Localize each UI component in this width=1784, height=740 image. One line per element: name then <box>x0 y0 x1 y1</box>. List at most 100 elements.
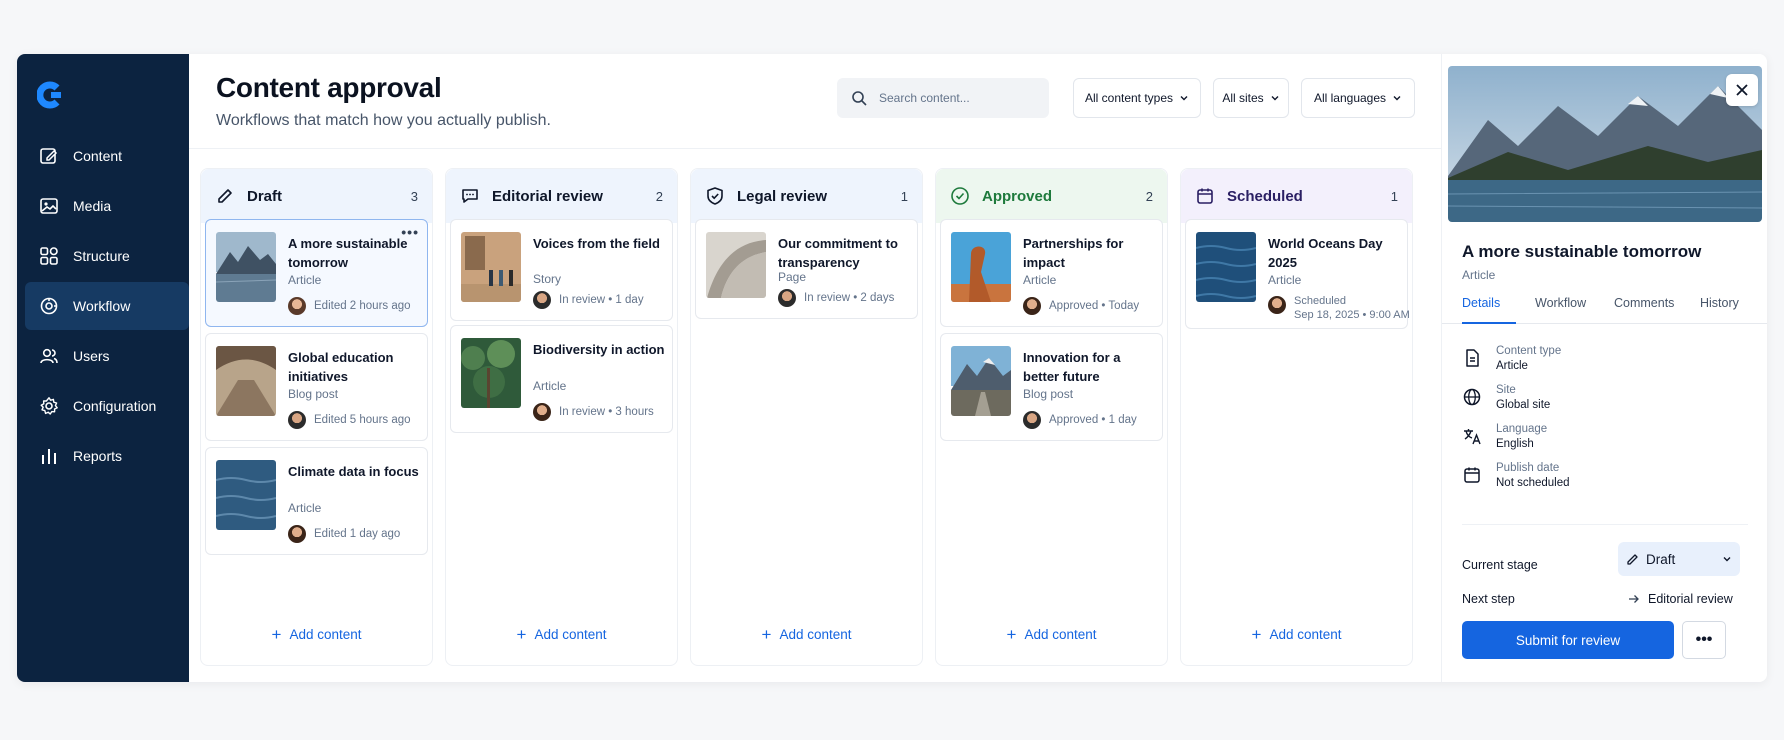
card-title: Global education initiatives <box>288 350 394 384</box>
shield-check-icon <box>707 187 723 205</box>
card-meta: Edited 1 day ago <box>288 525 400 543</box>
card-meta-text: In review • 2 days <box>804 292 895 304</box>
site-filter[interactable]: All sites <box>1213 78 1289 118</box>
card-title: Climate data in focus <box>288 464 419 479</box>
column-legal-review: Legal review 1 Our commitment to transpa… <box>690 168 923 666</box>
next-step-label: Next step <box>1462 592 1515 606</box>
card-title: World Oceans Day 2025 <box>1268 236 1383 270</box>
content-card[interactable]: Biodiversity in action Article In review… <box>450 325 673 433</box>
sidebar-item-label: Content <box>73 148 123 164</box>
current-stage-label: Current stage <box>1462 558 1538 572</box>
content-card[interactable]: ••• A more sustainable tomorrow Article … <box>205 219 428 327</box>
plus-icon: + <box>516 625 527 644</box>
card-meta-text: Scheduled <box>1294 295 1346 307</box>
close-button[interactable] <box>1726 74 1758 106</box>
card-type: Blog post <box>1023 387 1074 401</box>
add-content-button[interactable]: + Add content <box>446 624 677 644</box>
language-filter[interactable]: All languages <box>1301 78 1415 118</box>
content-card[interactable]: World Oceans Day 2025 Article Scheduled S… <box>1185 219 1410 329</box>
content-card[interactable]: Innovation for a better future Blog post… <box>940 333 1163 441</box>
globe-icon <box>1463 388 1481 406</box>
app-logo[interactable] <box>37 80 63 110</box>
card-meta-text: Edited 5 hours ago <box>314 414 411 426</box>
prop-publish-date: Publish date Not scheduled <box>1462 461 1570 491</box>
card-meta: In review • 2 days <box>778 289 894 307</box>
prop-language: Language English <box>1462 422 1547 452</box>
tab-comments[interactable]: Comments <box>1614 296 1674 310</box>
detail-panel: A more sustainable tomorrow Article Deta… <box>1441 54 1767 682</box>
content-card[interactable]: Our commitment to transparency Page In r… <box>695 219 918 319</box>
search-icon <box>852 91 867 106</box>
card-meta-text: Edited 2 hours ago <box>314 300 411 312</box>
edit-icon <box>40 148 58 164</box>
column-header: Legal review 1 <box>691 169 922 223</box>
column-title: Editorial review <box>492 187 603 205</box>
card-type: Article <box>1268 273 1302 287</box>
next-step-text: Editorial review <box>1648 592 1733 606</box>
more-actions-button[interactable]: ••• <box>1682 621 1726 659</box>
sidebar-item-structure[interactable]: Structure <box>25 232 189 280</box>
pencil-icon <box>1627 554 1638 565</box>
sidebar-item-configuration[interactable]: Configuration <box>25 382 189 430</box>
tab-history[interactable]: History <box>1700 296 1739 310</box>
column-count: 1 <box>900 188 908 204</box>
page-subtitle: Workflows that match how you actually pu… <box>216 112 551 129</box>
tab-workflow[interactable]: Workflow <box>1535 296 1586 310</box>
card-meta: Approved • Today <box>1023 297 1139 315</box>
content-type-filter[interactable]: All content types <box>1073 78 1201 118</box>
content-card[interactable]: Partnerships for impact Article Approved… <box>940 219 1163 327</box>
current-stage-select[interactable]: Draft <box>1618 542 1740 576</box>
grid-icon <box>40 247 58 265</box>
sidebar-item-users[interactable]: Users <box>25 332 189 380</box>
chevron-down-icon <box>1271 96 1279 101</box>
content-card[interactable]: Global education initiatives Blog post E… <box>205 333 428 441</box>
content-card[interactable]: Climate data in focus Article Edited 1 d… <box>205 447 428 555</box>
prop-site: Site Global site <box>1462 383 1550 413</box>
plus-icon: + <box>1251 625 1262 644</box>
add-content-button[interactable]: + Add content <box>936 624 1167 644</box>
search-input[interactable]: Search content... <box>837 78 1049 118</box>
add-content-button[interactable]: + Add content <box>1181 624 1412 644</box>
add-content-label: Add content <box>1269 627 1342 642</box>
sidebar-item-label: Configuration <box>73 398 157 414</box>
card-title: A more sustainable tomorrow <box>288 236 408 270</box>
page-title: Content approval <box>216 72 442 103</box>
card-meta: Scheduled Sep 18, 2025 • 9:00 AM <box>1268 294 1410 322</box>
add-content-button[interactable]: + Add content <box>201 624 432 644</box>
panel-divider <box>1462 524 1748 525</box>
translate-icon <box>1464 429 1481 445</box>
card-meta-text: In review • 1 day <box>559 294 644 306</box>
sidebar-item-label: Users <box>73 348 110 364</box>
card-title: Biodiversity in action <box>533 342 665 357</box>
sidebar-item-label: Structure <box>73 248 130 264</box>
hero-image <box>1448 66 1762 222</box>
prop-label: Content type <box>1496 345 1562 357</box>
card-thumbnail <box>1196 232 1256 302</box>
card-thumbnail <box>461 338 521 408</box>
calendar-icon <box>1197 188 1213 204</box>
sidebar-item-workflow[interactable]: Workflow <box>25 282 189 330</box>
comment-icon <box>462 189 478 203</box>
filter-label: All languages <box>1313 91 1387 105</box>
card-title: Voices from the field <box>533 236 660 251</box>
column-count: 1 <box>1390 188 1398 204</box>
card-title: Partnerships for impact <box>1023 236 1124 270</box>
bar-chart-icon <box>42 449 56 464</box>
sidebar-item-content[interactable]: Content <box>25 132 189 180</box>
sidebar: Content Media Structure Workflow Users C… <box>17 54 189 682</box>
plus-icon: + <box>271 625 282 644</box>
avatar <box>533 291 551 309</box>
sidebar-item-media[interactable]: Media <box>25 182 189 230</box>
content-card[interactable]: Voices from the field Story In review • … <box>450 219 673 321</box>
card-meta-text: Approved • 1 day <box>1049 414 1137 426</box>
column-title: Legal review <box>737 187 828 205</box>
sidebar-item-reports[interactable]: Reports <box>25 432 189 480</box>
submit-for-review-button[interactable]: Submit for review <box>1462 621 1674 659</box>
card-thumbnail <box>951 232 1011 302</box>
app-window: Content Media Structure Workflow Users C… <box>17 54 1767 682</box>
plus-icon: + <box>761 625 772 644</box>
tab-details[interactable]: Details <box>1462 296 1500 310</box>
add-content-button[interactable]: + Add content <box>691 624 922 644</box>
calendar-icon <box>1464 467 1480 483</box>
column-count: 2 <box>1145 188 1153 204</box>
